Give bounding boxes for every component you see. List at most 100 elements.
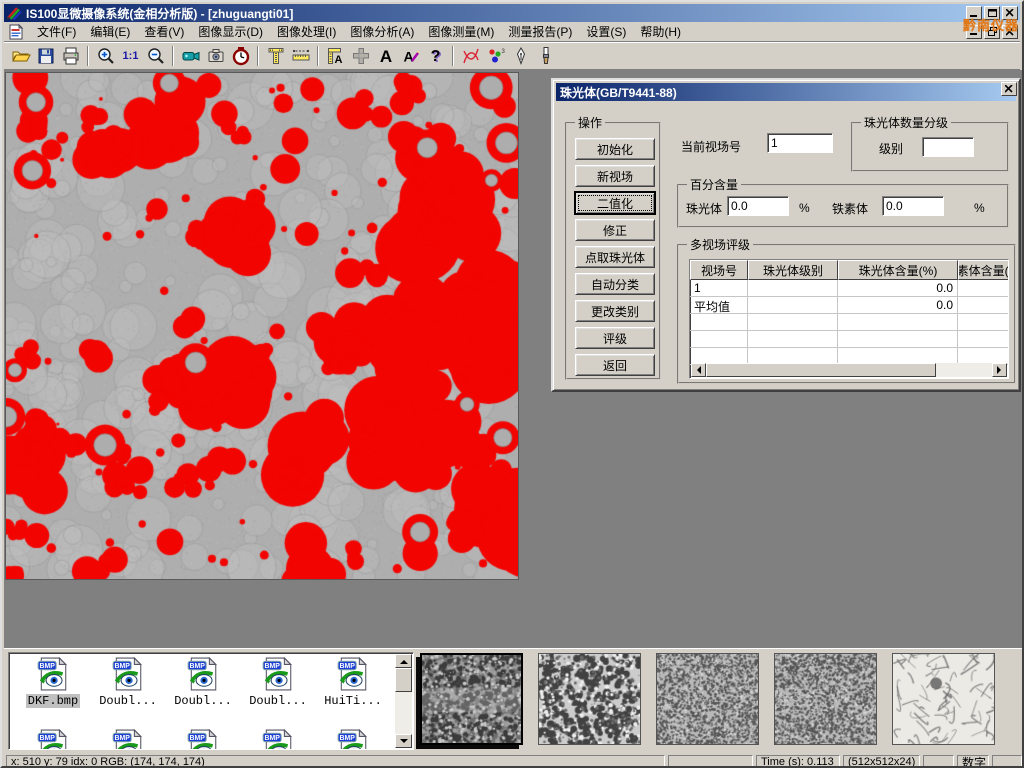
table-horizontal-scrollbar[interactable]	[691, 363, 1007, 377]
pick-pearlite-button[interactable]: 点取珠光体	[575, 246, 655, 268]
col-ferrite-content[interactable]: 铁素体含量(%)	[958, 260, 1009, 280]
thumbnail-selected[interactable]	[420, 653, 523, 745]
file-name: Doubl...	[172, 694, 234, 708]
initialize-button[interactable]: 初始化	[575, 138, 655, 160]
file-item[interactable]	[92, 729, 164, 750]
change-class-button[interactable]: 更改类别	[575, 300, 655, 322]
child-close-button[interactable]	[1002, 25, 1018, 39]
menu-image-processing[interactable]: 图像处理(I)	[270, 21, 343, 42]
scroll-left-icon[interactable]	[691, 363, 706, 377]
thumbnail[interactable]	[538, 653, 641, 745]
grade-button[interactable]: 评级	[575, 327, 655, 349]
minimize-button[interactable]	[966, 6, 982, 20]
table-row[interactable]: 平均值 0.0	[690, 297, 1008, 314]
help-icon[interactable]: ??	[423, 44, 448, 68]
file-name: Doubl...	[247, 694, 309, 708]
table-header-row: 视场号 珠光体级别 珠光体含量(%) 铁素体含量(%)	[690, 260, 1008, 280]
auto-classify-button[interactable]: 自动分类	[575, 273, 655, 295]
file-item[interactable]: Doubl...	[167, 657, 239, 709]
correct-button[interactable]: 修正	[575, 219, 655, 241]
measure-text-icon[interactable]: A	[323, 44, 348, 68]
grid-icon[interactable]	[348, 44, 373, 68]
dialog-title-bar[interactable]: 珠光体(GB/T9441-88)	[556, 83, 1016, 101]
scroll-thumb[interactable]	[395, 668, 412, 692]
annotate-icon[interactable]: A	[398, 44, 423, 68]
bmp-file-icon	[36, 657, 70, 691]
file-item[interactable]: HuiTi...	[317, 657, 389, 709]
binarize-button[interactable]: 二值化	[575, 192, 655, 214]
scroll-thumb[interactable]	[706, 363, 936, 377]
file-item[interactable]: Doubl...	[242, 657, 314, 709]
menu-edit[interactable]: 编辑(E)	[83, 21, 137, 42]
file-item[interactable]	[242, 729, 314, 750]
ferrite-unit: %	[974, 201, 985, 215]
camera-icon[interactable]	[203, 44, 228, 68]
menu-image-analysis[interactable]: 图像分析(A)	[343, 21, 421, 42]
thumbnail[interactable]	[656, 653, 759, 745]
caliper-icon[interactable]	[263, 44, 288, 68]
table-row[interactable]: 1 0.0	[690, 280, 1008, 297]
file-item[interactable]	[17, 729, 89, 750]
file-item[interactable]	[317, 729, 389, 750]
window-title: IS100显微摄像系统(金相分析版) - [zhuguangti01]	[26, 5, 293, 22]
dialog-close-icon[interactable]	[1001, 82, 1017, 96]
svg-text:3: 3	[501, 49, 505, 55]
actual-size-icon[interactable]: 1:1	[118, 44, 143, 68]
classify-icon[interactable]: 3	[483, 44, 508, 68]
col-field-number[interactable]: 视场号	[690, 260, 748, 280]
file-item[interactable]	[167, 729, 239, 750]
child-minimize-button[interactable]	[966, 25, 982, 39]
timer-icon[interactable]	[228, 44, 253, 68]
brush-icon[interactable]	[533, 44, 558, 68]
scroll-right-icon[interactable]	[992, 363, 1007, 377]
document-icon	[8, 24, 24, 40]
level-input[interactable]	[922, 137, 974, 157]
bmp-file-icon	[186, 657, 220, 691]
bmp-file-icon	[261, 657, 295, 691]
bmp-file-icon	[261, 729, 295, 750]
thumbnail[interactable]	[774, 653, 877, 745]
percent-group-label: 百分含量	[687, 178, 741, 192]
return-button[interactable]: 返回	[575, 354, 655, 376]
cell-field: 平均值	[690, 297, 748, 314]
text-icon[interactable]: A	[373, 44, 398, 68]
menu-image-display[interactable]: 图像显示(D)	[191, 21, 270, 42]
pearlite-label: 珠光体	[686, 200, 722, 217]
menu-file[interactable]: 文件(F)	[30, 21, 83, 42]
file-list-scrollbar[interactable]	[395, 654, 412, 748]
print-icon[interactable]	[58, 44, 83, 68]
menu-settings[interactable]: 设置(S)	[579, 21, 633, 42]
zoom-out-icon[interactable]	[143, 44, 168, 68]
scroll-up-icon[interactable]	[395, 654, 412, 668]
menu-view[interactable]: 查看(V)	[137, 21, 191, 42]
zoom-in-icon[interactable]	[93, 44, 118, 68]
current-field-input[interactable]	[767, 133, 833, 153]
file-item[interactable]: Doubl...	[92, 657, 164, 709]
bmp-file-icon	[111, 657, 145, 691]
pearlite-percent-input[interactable]	[727, 196, 789, 216]
svg-text:A: A	[403, 49, 413, 65]
col-pearlite-grade[interactable]: 珠光体级别	[748, 260, 838, 280]
ferrite-label: 铁素体	[832, 200, 868, 217]
col-pearlite-content[interactable]: 珠光体含量(%)	[838, 260, 958, 280]
menu-measure-report[interactable]: 测量报告(P)	[501, 21, 579, 42]
open-icon[interactable]	[8, 44, 33, 68]
scroll-down-icon[interactable]	[395, 734, 412, 748]
thumbnail[interactable]	[892, 653, 995, 745]
table-row-empty	[690, 314, 1008, 331]
ferrite-percent-input[interactable]	[882, 196, 944, 216]
close-button[interactable]	[1002, 6, 1018, 20]
cell-grade	[748, 297, 838, 314]
video-camera-icon[interactable]	[178, 44, 203, 68]
menu-image-measure[interactable]: 图像测量(M)	[421, 21, 501, 42]
file-item[interactable]: DKF.bmp	[17, 657, 89, 709]
menu-help[interactable]: 帮助(H)	[633, 21, 688, 42]
metallographic-image[interactable]	[5, 72, 519, 580]
spline-icon[interactable]	[458, 44, 483, 68]
maximize-button[interactable]	[984, 6, 1000, 20]
pen-icon[interactable]	[508, 44, 533, 68]
save-icon[interactable]	[33, 44, 58, 68]
child-restore-button[interactable]	[984, 25, 1000, 39]
new-field-button[interactable]: 新视场	[575, 165, 655, 187]
ruler-icon[interactable]	[288, 44, 313, 68]
